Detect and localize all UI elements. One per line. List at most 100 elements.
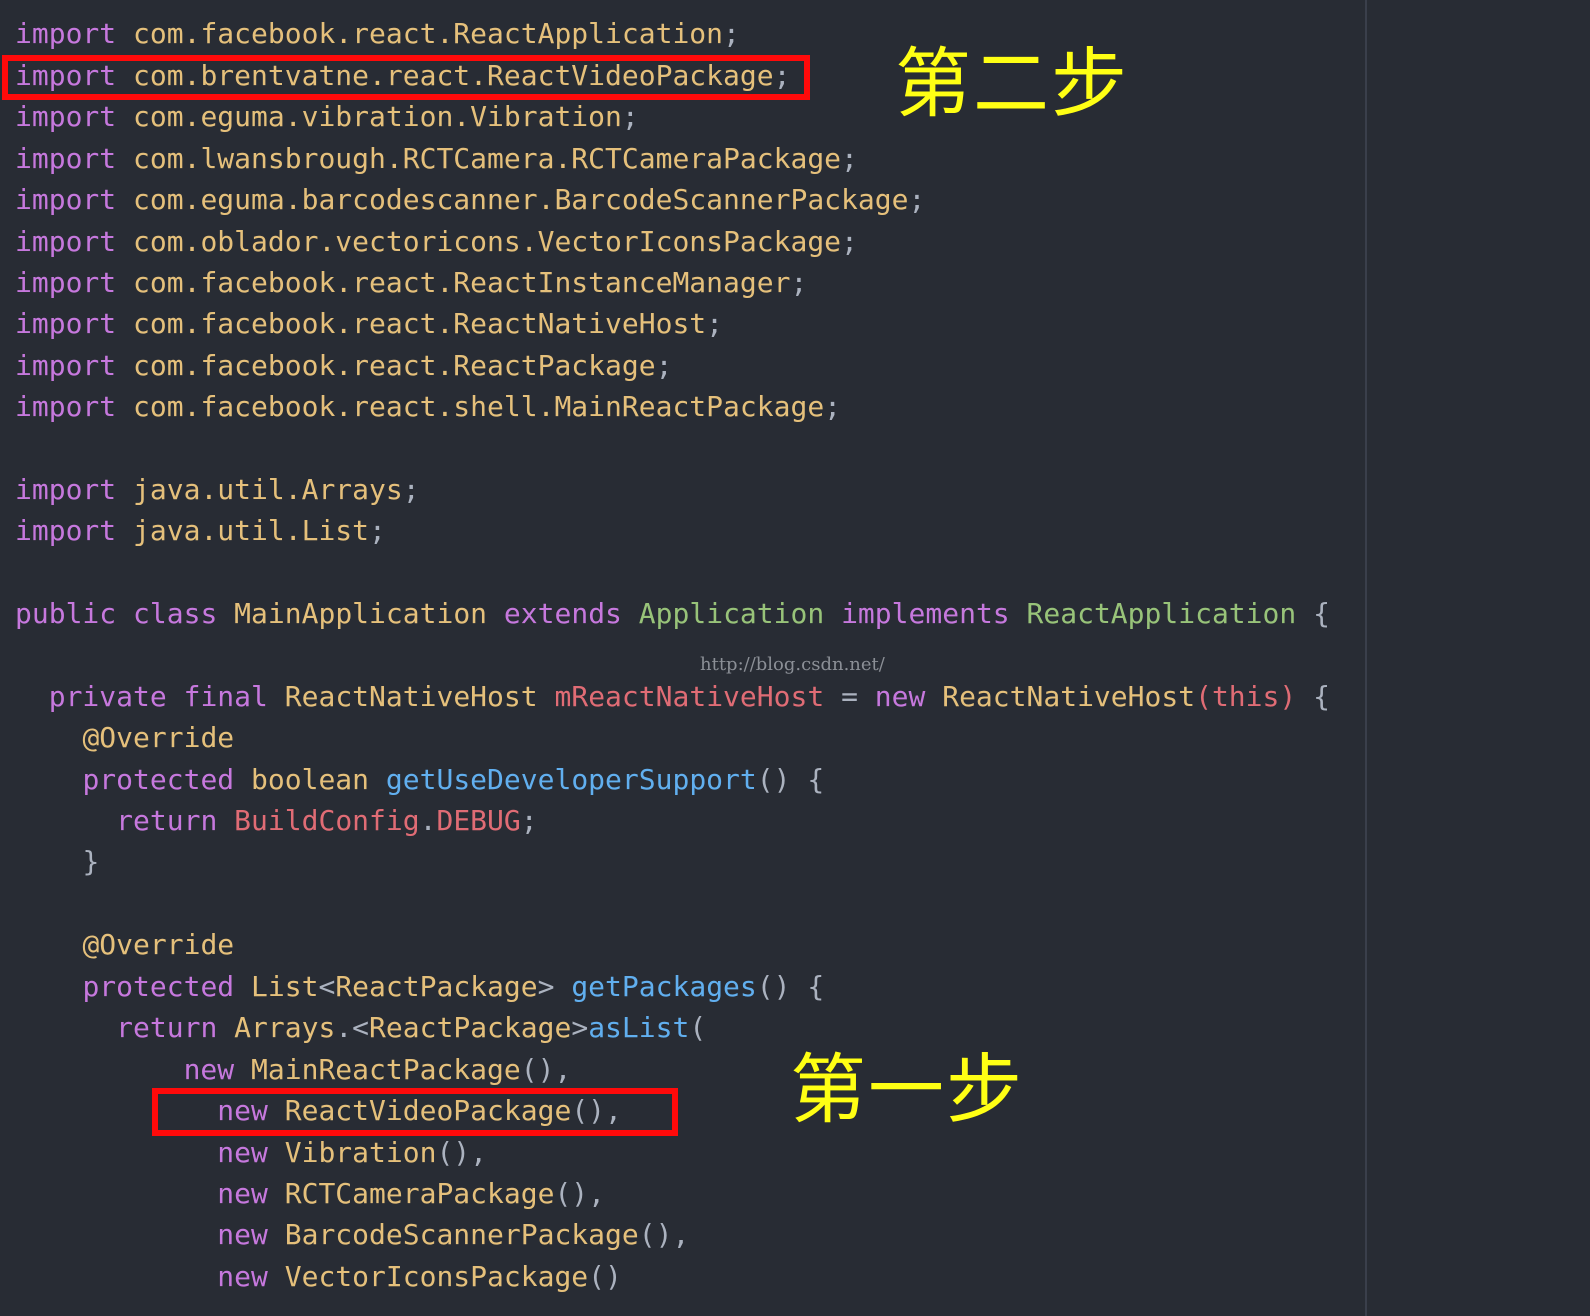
override-annotation: @Override	[82, 721, 235, 754]
generic-close: >	[537, 970, 555, 1003]
constructor-name: ReactNativeHost	[942, 680, 1196, 713]
field-reference: DEBUG	[436, 804, 521, 837]
code-editor[interactable]: import com.facebook.react.ReactApplicati…	[0, 0, 1365, 1316]
code-line-import: import com.oblador.vectoricons.VectorIco…	[15, 221, 858, 263]
package-class: RCTCameraPackage	[284, 1177, 555, 1210]
highlight-box-import	[2, 55, 810, 100]
semicolon: ;	[723, 17, 740, 50]
new-keyword: new	[217, 1136, 268, 1169]
code-line-package-entry: new MainReactPackage(),	[15, 1049, 572, 1091]
import-keyword: import	[15, 307, 117, 340]
code-line-return: return Arrays.<ReactPackage>asList(	[15, 1007, 706, 1049]
code-line-package-entry: new VectorIconsPackage()	[15, 1256, 622, 1298]
code-line-close-brace: }	[15, 841, 99, 883]
highlight-box-package	[152, 1088, 678, 1136]
code-line-method-declaration: protected boolean getUseDeveloperSupport…	[15, 759, 824, 801]
code-line-import: import com.facebook.react.shell.MainReac…	[15, 386, 841, 428]
method-call: asList	[588, 1011, 690, 1044]
code-line-import: import java.util.List;	[15, 510, 386, 552]
assign-operator: =	[841, 680, 858, 713]
package-class: MainReactPackage	[251, 1053, 521, 1086]
code-line-import: import com.facebook.react.ReactApplicati…	[15, 13, 740, 55]
class-keyword: class	[133, 597, 218, 630]
method-signature: () {	[756, 763, 825, 796]
code-line-import: import java.util.Arrays;	[15, 469, 420, 511]
step-two-label: 第二步	[895, 39, 1129, 128]
new-keyword: new	[874, 680, 926, 713]
class-reference: BuildConfig	[234, 804, 420, 837]
import-path: java.util.Arrays	[133, 473, 403, 506]
import-path: com.eguma.vibration.Vibration	[133, 100, 622, 133]
code-line-import: import com.eguma.vibration.Vibration;	[15, 96, 639, 138]
semicolon: ;	[706, 307, 724, 340]
import-path: com.facebook.react.ReactPackage	[133, 349, 656, 382]
import-keyword: import	[15, 142, 117, 175]
semicolon: ;	[841, 142, 858, 175]
semicolon: ;	[841, 225, 858, 258]
semicolon: ;	[655, 349, 673, 382]
code-line-annotation: @Override	[15, 717, 234, 759]
interface-name: ReactApplication	[1026, 597, 1297, 630]
import-path: com.facebook.react.ReactInstanceManager	[133, 266, 791, 299]
import-path: com.facebook.react.shell.MainReactPackag…	[133, 390, 825, 423]
import-keyword: import	[15, 514, 117, 547]
protected-keyword: protected	[82, 763, 235, 796]
generic-type: ReactPackage	[335, 970, 538, 1003]
call-tail: (),	[638, 1218, 690, 1251]
code-line-field-declaration: private final ReactNativeHost mReactNati…	[15, 676, 1330, 718]
open-paren: (	[689, 1011, 707, 1044]
code-line-return: return BuildConfig.DEBUG;	[15, 800, 538, 842]
package-class: Vibration	[284, 1136, 437, 1169]
public-keyword: public	[15, 597, 117, 630]
final-keyword: final	[183, 680, 268, 713]
new-keyword: new	[217, 1218, 268, 1251]
editor-right-pane	[1367, 0, 1590, 1316]
call-tail: (),	[520, 1053, 572, 1086]
code-line-annotation: @Override	[15, 924, 234, 966]
import-keyword: import	[15, 349, 117, 382]
protected-keyword: protected	[82, 970, 235, 1003]
watermark: http://blog.csdn.net/	[700, 654, 885, 675]
import-path: java.util.List	[133, 514, 370, 547]
import-keyword: import	[15, 100, 117, 133]
semicolon: ;	[369, 514, 386, 547]
import-path: com.lwansbrough.RCTCamera.RCTCameraPacka…	[133, 142, 842, 175]
import-keyword: import	[15, 266, 117, 299]
extends-keyword: extends	[503, 597, 622, 630]
method-name: getPackages	[571, 970, 757, 1003]
code-line-import: import com.facebook.react.ReactNativeHos…	[15, 303, 723, 345]
new-keyword: new	[183, 1053, 235, 1086]
call-tail: (),	[554, 1177, 606, 1210]
import-keyword: import	[15, 473, 117, 506]
dot-generic-open: .<	[335, 1011, 370, 1044]
generic-close: >	[571, 1011, 589, 1044]
parent-class: Application	[638, 597, 825, 630]
call-tail: ()	[588, 1260, 622, 1293]
semicolon: ;	[402, 473, 420, 506]
step-one-label: 第一步	[790, 1045, 1024, 1134]
class-reference: Arrays	[234, 1011, 336, 1044]
import-keyword: import	[15, 390, 117, 423]
dot: .	[419, 804, 437, 837]
return-keyword: return	[116, 1011, 218, 1044]
import-keyword: import	[15, 225, 117, 258]
open-brace: {	[1313, 597, 1330, 630]
return-type: boolean	[251, 763, 370, 796]
package-class: BarcodeScannerPackage	[284, 1218, 639, 1251]
semicolon: ;	[621, 100, 639, 133]
method-signature: () {	[756, 970, 825, 1003]
code-line-import: import com.facebook.react.ReactPackage;	[15, 345, 672, 387]
code-line-import: import com.eguma.barcodescanner.BarcodeS…	[15, 179, 925, 221]
return-keyword: return	[116, 804, 218, 837]
import-path: com.eguma.barcodescanner.BarcodeScannerP…	[133, 183, 909, 216]
import-keyword: import	[15, 183, 117, 216]
semicolon: ;	[908, 183, 926, 216]
code-line-import: import com.facebook.react.ReactInstanceM…	[15, 262, 807, 304]
import-path: com.facebook.react.ReactNativeHost	[133, 307, 707, 340]
field-type: ReactNativeHost	[284, 680, 538, 713]
semicolon: ;	[824, 390, 842, 423]
import-keyword: import	[15, 17, 117, 50]
package-class: VectorIconsPackage	[284, 1260, 589, 1293]
code-line-class-declaration: public class MainApplication extends App…	[15, 593, 1330, 635]
semicolon: ;	[520, 804, 538, 837]
